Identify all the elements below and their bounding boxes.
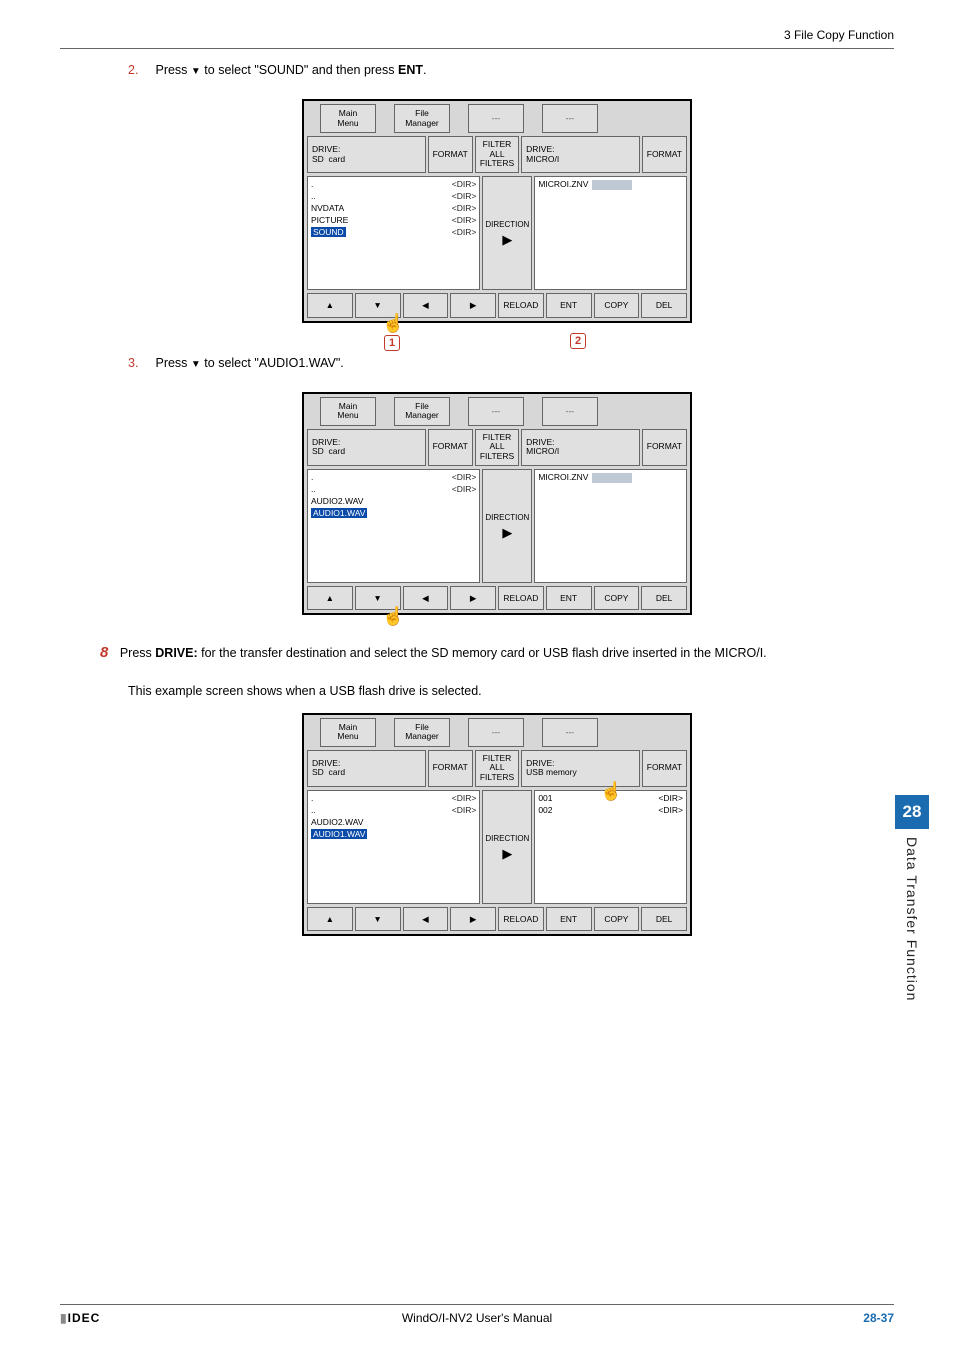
bc-empty2: --- <box>542 718 598 747</box>
direction-panel: DIRECTION ▶ <box>482 469 532 583</box>
pointer-hand-icon: ☝ <box>382 606 404 627</box>
format-right-button[interactable]: FORMAT <box>642 136 687 173</box>
filter-button[interactable]: FILTER ALL FILTERS <box>475 136 519 173</box>
bc-empty1: --- <box>468 397 524 426</box>
step-num: 8 <box>100 644 108 661</box>
left-file-list[interactable]: .<DIR> ..<DIR> AUDIO2.WAV AUDIO1.WAV <box>307 469 480 583</box>
reload-button[interactable]: RELOAD <box>498 293 544 318</box>
bc-main-menu[interactable]: Main Menu <box>320 718 376 747</box>
left-file-list[interactable]: .<DIR> ..<DIR> AUDIO2.WAV AUDIO1.WAV <box>307 790 480 904</box>
footer-title: WindO/I-NV2 User's Manual <box>402 1311 552 1325</box>
direction-panel: DIRECTION ▶ <box>482 176 532 290</box>
right-button[interactable]: ▶ <box>450 586 496 611</box>
drive-sd[interactable]: DRIVE: SD card <box>307 136 426 173</box>
step-num: 3. <box>128 353 146 374</box>
bc-main-menu[interactable]: Main Menu <box>320 104 376 133</box>
left-file-list[interactable]: .<DIR> ..<DIR> NVDATA<DIR> PICTURE<DIR> … <box>307 176 480 290</box>
chapter-number: 28 <box>895 795 929 829</box>
step-8: 8 Press DRIVE: for the transfer destinat… <box>100 640 894 666</box>
reload-button[interactable]: RELOAD <box>498 586 544 611</box>
audio1-selected[interactable]: AUDIO1.WAV <box>311 508 367 518</box>
bc-file-manager[interactable]: File Manager <box>394 718 450 747</box>
step-8-desc: This example screen shows when a USB fla… <box>128 684 894 698</box>
file-manager-screenshot-1: Main Menu File Manager --- --- DRIVE: SD… <box>302 99 692 322</box>
chapter-label: Data Transfer Function <box>904 837 920 1001</box>
drive-microi[interactable]: DRIVE: MICRO/I <box>521 429 640 466</box>
right-button[interactable]: ▶ <box>450 293 496 318</box>
up-button[interactable]: ▲ <box>307 293 353 318</box>
file-manager-screenshot-2: Main Menu File Manager --- --- DRIVE: SD… <box>302 392 692 615</box>
del-button[interactable]: DEL <box>641 293 687 318</box>
bc-empty1: --- <box>468 104 524 133</box>
step-num: 2. <box>128 60 146 81</box>
audio1-selected[interactable]: AUDIO1.WAV <box>311 829 367 839</box>
step-3: 3. Press ▼ to select "AUDIO1.WAV". <box>128 353 894 374</box>
up-button[interactable]: ▲ <box>307 586 353 611</box>
page-footer: ▮IDEC WindO/I-NV2 User's Manual 28-37 <box>60 1304 894 1325</box>
format-left-button[interactable]: FORMAT <box>428 136 473 173</box>
del-button[interactable]: DEL <box>641 586 687 611</box>
up-button[interactable]: ▲ <box>307 907 353 932</box>
del-button[interactable]: DEL <box>641 907 687 932</box>
right-file-list[interactable]: MICROI.ZNV <box>534 176 687 290</box>
copy-button[interactable]: COPY <box>594 907 640 932</box>
ent-button[interactable]: ENT <box>546 293 592 318</box>
filter-button[interactable]: FILTER ALL FILTERS <box>475 429 519 466</box>
pointer-hand-icon: ☝ <box>600 781 622 802</box>
right-file-list[interactable]: 001<DIR> 002<DIR> <box>534 790 687 904</box>
format-right-button[interactable]: FORMAT <box>642 429 687 466</box>
drive-microi[interactable]: DRIVE: MICRO/I <box>521 136 640 173</box>
format-left-button[interactable]: FORMAT <box>428 429 473 466</box>
right-file-list[interactable]: MICROI.ZNV <box>534 469 687 583</box>
ent-button[interactable]: ENT <box>546 907 592 932</box>
section-header: 3 File Copy Function <box>784 28 894 42</box>
format-right-button[interactable]: FORMAT <box>642 750 687 787</box>
copy-button[interactable]: COPY <box>594 293 640 318</box>
header-rule <box>60 48 894 49</box>
bc-empty2: --- <box>542 397 598 426</box>
direction-panel: DIRECTION ▶ <box>482 790 532 904</box>
format-left-button[interactable]: FORMAT <box>428 750 473 787</box>
copy-button[interactable]: COPY <box>594 586 640 611</box>
bc-main-menu[interactable]: Main Menu <box>320 397 376 426</box>
right-button[interactable]: ▶ <box>450 907 496 932</box>
file-manager-screenshot-3: Main Menu File Manager --- --- DRIVE: SD… <box>302 713 692 936</box>
bc-file-manager[interactable]: File Manager <box>394 104 450 133</box>
sound-selected[interactable]: SOUND <box>311 227 346 237</box>
ent-button[interactable]: ENT <box>546 586 592 611</box>
bc-file-manager[interactable]: File Manager <box>394 397 450 426</box>
left-button[interactable]: ◀ <box>403 907 449 932</box>
pointer-hand-icon: ☝ <box>382 313 404 334</box>
direction-right-icon: ▶ <box>483 846 531 862</box>
reload-button[interactable]: RELOAD <box>498 907 544 932</box>
footer-logo: ▮IDEC <box>60 1311 100 1325</box>
filter-button[interactable]: FILTER ALL FILTERS <box>475 750 519 787</box>
direction-right-icon: ▶ <box>483 525 531 541</box>
drive-sd[interactable]: DRIVE: SD card <box>307 429 426 466</box>
left-button[interactable]: ◀ <box>403 293 449 318</box>
down-button[interactable]: ▼ <box>355 907 401 932</box>
callout-2: 2 <box>570 333 586 349</box>
left-button[interactable]: ◀ <box>403 586 449 611</box>
direction-right-icon: ▶ <box>483 232 531 248</box>
bc-empty1: --- <box>468 718 524 747</box>
step-2: 2. Press ▼ to select "SOUND" and then pr… <box>128 60 894 81</box>
footer-page: 28-37 <box>863 1311 894 1325</box>
chapter-tab: 28 Data Transfer Function <box>895 795 929 1001</box>
callout-1: 1 <box>384 335 400 351</box>
bc-empty2: --- <box>542 104 598 133</box>
drive-sd[interactable]: DRIVE: SD card <box>307 750 426 787</box>
